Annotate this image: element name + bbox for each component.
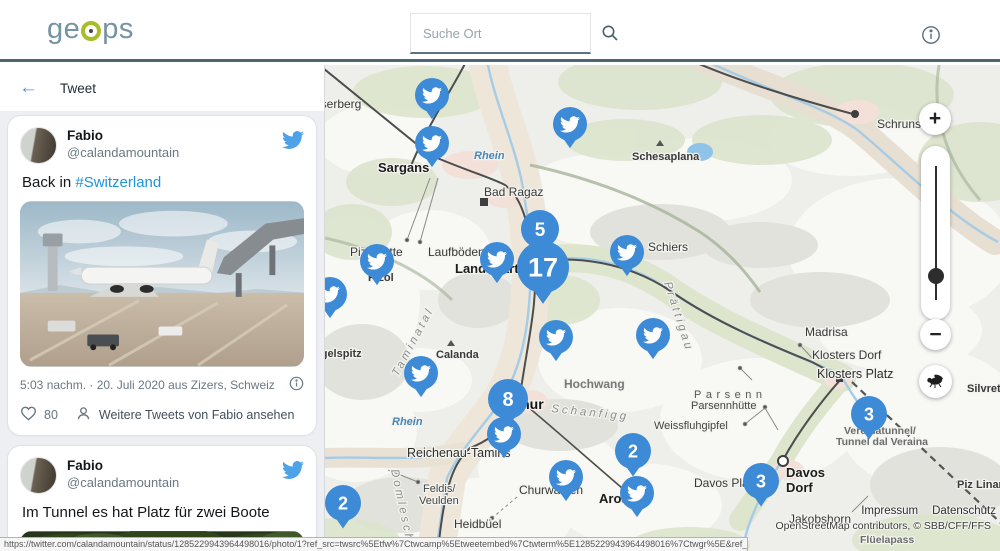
browser-status-bar: https://twitter.com/calandamountain/stat…: [0, 537, 748, 551]
map-label: Piz Linard: [957, 479, 1000, 491]
tweet-handle[interactable]: @calandamountain: [67, 145, 179, 162]
cluster-count: 2: [338, 493, 348, 513]
cluster-count: 3: [756, 471, 766, 491]
search-input[interactable]: [421, 25, 601, 42]
geops-logo[interactable]: geps: [47, 13, 134, 46]
map-label: Veulden: [419, 495, 459, 507]
zoom-out-button[interactable]: −: [920, 319, 951, 350]
cluster-count: 8: [502, 389, 513, 411]
map-label: Calanda: [436, 349, 480, 361]
map-label: Rhein: [474, 150, 505, 162]
map-label: Laufböden: [428, 245, 485, 259]
panel-title: Tweet: [60, 81, 96, 96]
cluster-count: 2: [628, 441, 638, 461]
map-label: Bad Ragaz: [484, 185, 543, 199]
tweet-author[interactable]: Fabio: [67, 127, 179, 145]
map-label: Davos: [786, 465, 825, 480]
map-canvas[interactable]: Flumserberg Sargans Rhein Bad Ragaz Schruns S…: [325, 65, 1000, 551]
datenschutz-link[interactable]: Datenschutz: [932, 505, 996, 517]
map-label: Heidbüel: [454, 517, 501, 531]
panel-header: ← Tweet: [0, 65, 324, 111]
twitter-icon[interactable]: [282, 129, 304, 156]
info-icon[interactable]: [921, 25, 941, 45]
profile-icon: [76, 406, 91, 424]
like-count: 80: [44, 408, 58, 422]
search-box: [410, 13, 591, 54]
map-attribution-links: Impressum Datenschutz: [861, 505, 996, 517]
tweet-handle[interactable]: @calandamountain: [67, 475, 179, 492]
map-label: Hochwang: [564, 377, 625, 391]
app-header: geps: [0, 0, 1000, 62]
map-label: Flumserberg: [325, 97, 361, 111]
tweet-text: Back in #Switzerland: [22, 174, 302, 191]
tweet-card: Fabio @calandamountain Im Tunnel es hat …: [7, 445, 317, 551]
cluster-count: 5: [535, 220, 546, 241]
map-label: Dorf: [786, 480, 813, 495]
more-tweets-link[interactable]: Weitere Tweets von Fabio ansehen: [99, 408, 295, 422]
map-label: Sargans: [378, 160, 429, 175]
logo-o: [81, 21, 101, 41]
logo-text-left: ge: [47, 13, 80, 46]
logo-text-right: ps: [102, 13, 134, 46]
search-icon[interactable]: [601, 24, 619, 42]
map-label: Tunnel dal Veraina: [836, 436, 928, 448]
map-label: Parsennhütte: [691, 400, 756, 412]
tweet-timestamp[interactable]: 5:03 nachm. · 20. Juli 2020 aus Zizers, …: [20, 378, 275, 392]
avatar[interactable]: [20, 127, 57, 164]
tweet-photo-airport[interactable]: [20, 201, 304, 367]
tweet-author[interactable]: Fabio: [67, 457, 179, 475]
map-label: Madrisa: [805, 325, 848, 339]
back-button[interactable]: ←: [13, 77, 44, 99]
impressum-link[interactable]: Impressum: [861, 505, 918, 517]
status-url: https://twitter.com/calandamountain/stat…: [4, 539, 748, 549]
tweet-card: Fabio @calandamountain Back in #Switzerl…: [7, 115, 317, 436]
cluster-count: 17: [528, 253, 558, 283]
map-label: Rhein: [392, 416, 423, 428]
map-label: Schiers: [648, 240, 688, 254]
map-label: Schruns: [877, 117, 921, 131]
map-attribution-osm[interactable]: OpenStreetMap contributors, © SBB/CFF/FF…: [776, 520, 991, 532]
hashtag-link[interactable]: #Switzerland: [75, 174, 161, 191]
map-label: Weissfluhgipfel: [654, 420, 728, 432]
tweet-panel: ← Tweet Fabio @calandamountain Back in #…: [0, 65, 325, 551]
avatar[interactable]: [20, 457, 57, 494]
zoom-in-button[interactable]: +: [919, 103, 951, 135]
info-small-icon[interactable]: [289, 376, 304, 394]
map-label: Feldis/: [423, 483, 456, 495]
zoom-slider-handle[interactable]: [928, 268, 944, 284]
map-label: Schesaplana: [632, 151, 700, 163]
cluster-count: 3: [864, 404, 874, 424]
app-window: Flumserberg Sargans Rhein Bad Ragaz Schruns S…: [0, 0, 1000, 551]
map-label: Flüelapass: [860, 534, 914, 546]
map-label: Ringelspitz: [325, 348, 362, 360]
fly-icon: [926, 373, 945, 391]
map-label: Silvretta: [967, 383, 1000, 395]
tweet-text: Im Tunnel es hat Platz für zwei Boote: [22, 504, 302, 521]
twitter-icon[interactable]: [282, 459, 304, 486]
map-label: Klosters Dorf: [812, 348, 882, 362]
zoom-slider[interactable]: [921, 146, 950, 320]
map-label: Klosters Platz: [817, 367, 893, 381]
fly-mode-button[interactable]: [919, 365, 952, 398]
like-icon[interactable]: [20, 406, 37, 424]
